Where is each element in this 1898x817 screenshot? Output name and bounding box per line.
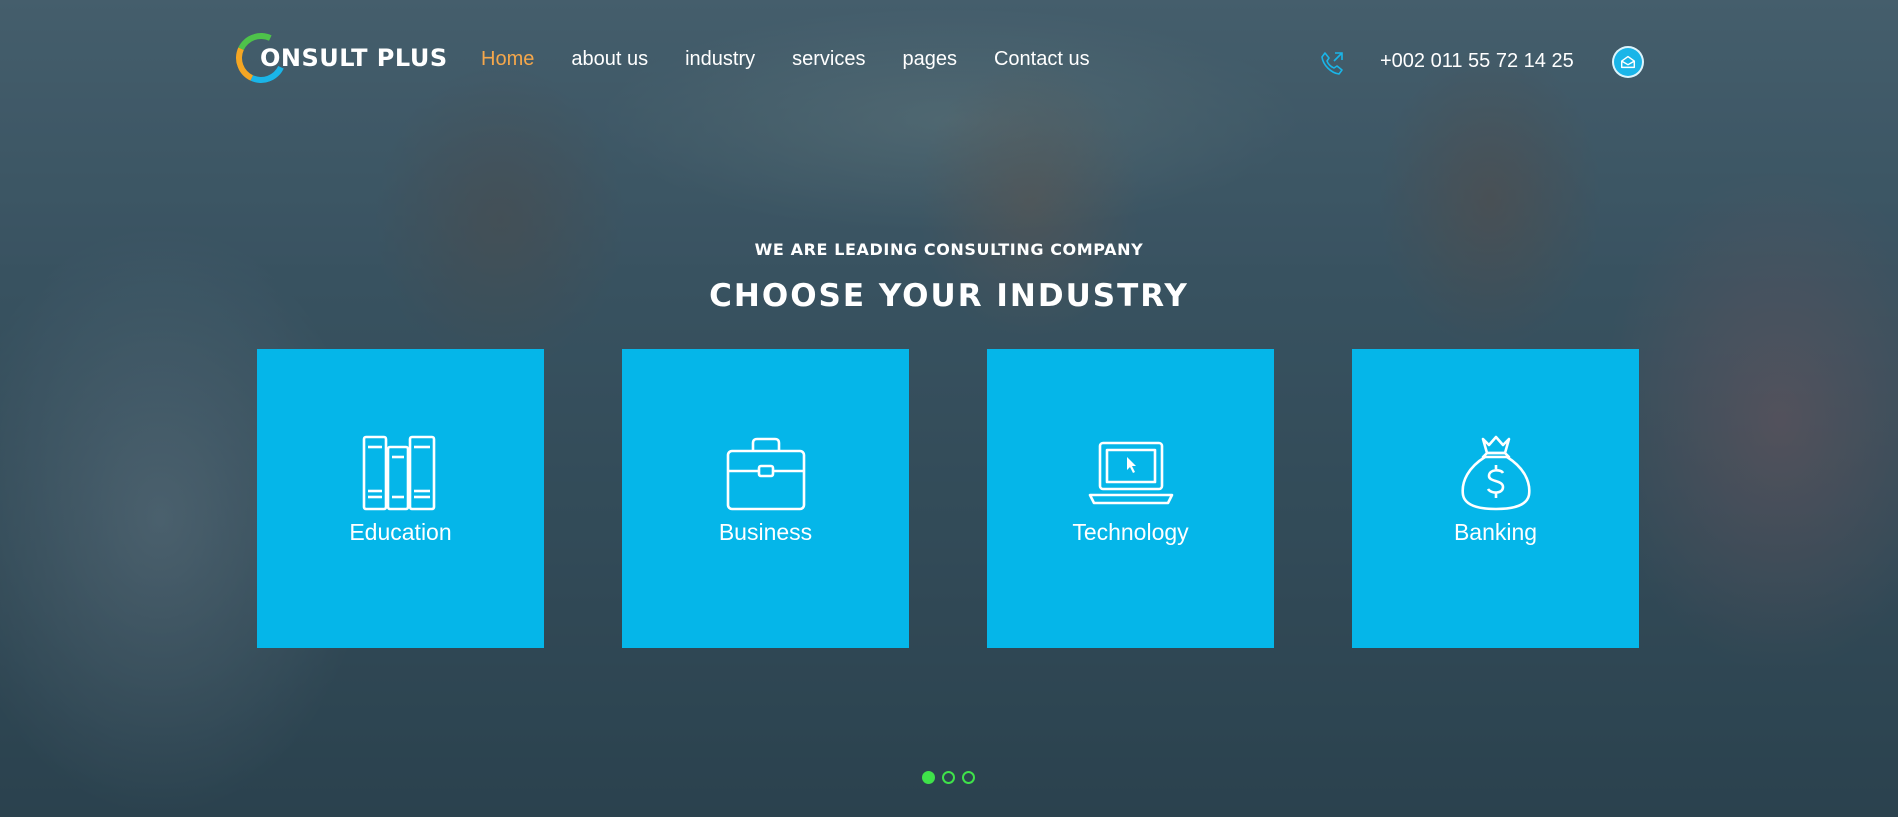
slider-dot-3[interactable] [962,771,975,784]
site-header: ONSULT PLUS Home about us industry servi… [0,0,1898,125]
logo-ring-icon [228,25,294,91]
slider-pagination [922,771,975,784]
card-label-banking: Banking [1453,519,1538,545]
nav-item-pages[interactable]: pages [902,48,957,71]
slider-dot-1[interactable] [922,771,935,784]
main-nav: Home about us industry services pages Co… [481,48,1127,71]
mail-icon[interactable] [1612,46,1644,78]
books-icon [362,435,435,511]
slider-dot-2[interactable] [942,771,955,784]
phone-icon [1318,50,1346,78]
hero-title: CHOOSE YOUR INDUSTRY [709,278,1189,314]
nav-item-services[interactable]: services [792,48,865,71]
card-label-business: Business [718,519,813,545]
logo-text: ONSULT PLUS [260,44,448,72]
hero-subtitle: WE ARE LEADING CONSULTING COMPANY [754,240,1144,259]
nav-item-industry[interactable]: industry [685,48,755,71]
industry-card-business[interactable]: Business [622,349,909,648]
nav-item-home[interactable]: Home [481,48,534,71]
industry-card-education[interactable]: Education [257,349,544,648]
briefcase-icon [726,437,805,511]
nav-item-contact-us[interactable]: Contact us [994,48,1090,71]
laptop-icon [1088,441,1173,505]
industry-card-banking[interactable]: Banking [1352,349,1639,648]
industry-card-technology[interactable]: Technology [987,349,1274,648]
card-label-technology: Technology [1072,519,1189,545]
nav-item-about-us[interactable]: about us [571,48,648,71]
industry-cards: Education Business Technology Banking [257,349,1639,648]
money-bag-icon [1460,435,1531,511]
site-logo[interactable]: ONSULT PLUS [228,25,448,91]
phone-number[interactable]: +002 011 55 72 14 25 [1380,50,1574,73]
card-label-education: Education [349,519,452,545]
